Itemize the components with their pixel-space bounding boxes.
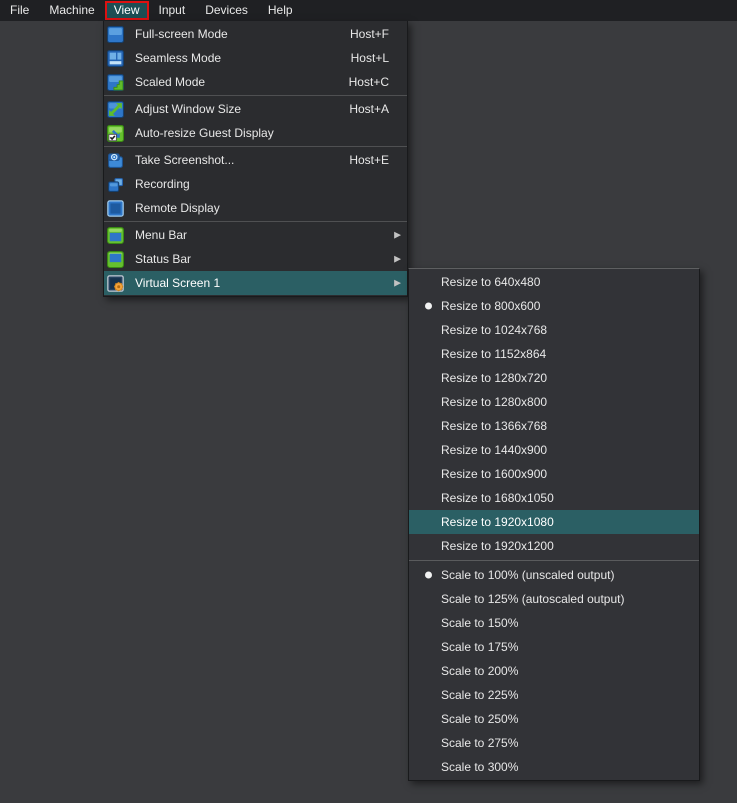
menu-item-label: Status Bar: [135, 252, 191, 266]
menu-item-recording[interactable]: Recording: [104, 172, 407, 196]
menu-item-virtual-screen-1[interactable]: Virtual Screen 1 ▶: [104, 271, 407, 295]
submenu-item-label: Scale to 300%: [441, 760, 518, 774]
submenu-item-resize-1280x720[interactable]: Resize to 1280x720: [409, 366, 699, 390]
submenu-item-resize-1600x900[interactable]: Resize to 1600x900: [409, 462, 699, 486]
menu-separator: [104, 95, 407, 96]
menu-separator: [104, 146, 407, 147]
menu-item-adjust-window-size[interactable]: Adjust Window Size Host+A: [104, 97, 407, 121]
menu-item-label: Virtual Screen 1: [135, 276, 220, 290]
virtual-screen-submenu: Resize to 640x480 Resize to 800x600 Resi…: [408, 268, 700, 781]
shortcut-label: Host+F: [350, 27, 403, 41]
submenu-item-label: Resize to 1600x900: [441, 467, 547, 481]
submenu-item-label: Scale to 150%: [441, 616, 518, 630]
menu-item-take-screenshot[interactable]: Take Screenshot... Host+E: [104, 148, 407, 172]
auto-resize-icon: [107, 125, 124, 142]
status-bar-icon: [107, 251, 124, 268]
menubar-item-file[interactable]: File: [0, 1, 39, 20]
submenu-item-label: Resize to 1280x720: [441, 371, 547, 385]
menu-item-label: Adjust Window Size: [135, 102, 241, 116]
scaled-icon: [107, 74, 124, 91]
submenu-item-label: Scale to 225%: [441, 688, 518, 702]
submenu-item-label: Resize to 640x480: [441, 275, 540, 289]
remote-display-icon: [107, 200, 124, 217]
submenu-item-resize-1920x1200[interactable]: Resize to 1920x1200: [409, 534, 699, 558]
submenu-item-scale-175[interactable]: Scale to 175%: [409, 635, 699, 659]
submenu-item-label: Scale to 200%: [441, 664, 518, 678]
submenu-item-scale-200[interactable]: Scale to 200%: [409, 659, 699, 683]
submenu-item-label: Scale to 250%: [441, 712, 518, 726]
submenu-item-label: Scale to 275%: [441, 736, 518, 750]
submenu-item-label: Resize to 1280x800: [441, 395, 547, 409]
submenu-item-scale-275[interactable]: Scale to 275%: [409, 731, 699, 755]
take-screenshot-icon: [107, 152, 124, 169]
shortcut-label: Host+A: [349, 102, 403, 116]
radio-dot-icon: [425, 303, 432, 310]
submenu-arrow-icon: ▶: [394, 279, 401, 288]
menu-item-label: Seamless Mode: [135, 51, 221, 65]
submenu-item-resize-800x600[interactable]: Resize to 800x600: [409, 294, 699, 318]
submenu-item-scale-225[interactable]: Scale to 225%: [409, 683, 699, 707]
shortcut-label: Host+C: [349, 75, 403, 89]
seamless-icon: [107, 50, 124, 67]
submenu-item-resize-1152x864[interactable]: Resize to 1152x864: [409, 342, 699, 366]
menubar-item-help[interactable]: Help: [258, 1, 303, 20]
submenu-item-label: Scale to 125% (autoscaled output): [441, 592, 624, 606]
menubar-item-view[interactable]: View: [105, 1, 149, 20]
view-menu-dropdown: Full-screen Mode Host+F Seamless Mode Ho…: [103, 21, 408, 297]
shortcut-label: Host+E: [349, 153, 403, 167]
menu-bar: File Machine View Input Devices Help: [0, 0, 737, 21]
menu-item-label: Menu Bar: [135, 228, 187, 242]
menu-item-label: Full-screen Mode: [135, 27, 228, 41]
menu-item-status-bar[interactable]: Status Bar ▶: [104, 247, 407, 271]
submenu-item-scale-125[interactable]: Scale to 125% (autoscaled output): [409, 587, 699, 611]
recording-icon: [107, 176, 124, 193]
submenu-item-label: Resize to 800x600: [441, 299, 540, 313]
menu-item-menu-bar[interactable]: Menu Bar ▶: [104, 223, 407, 247]
submenu-item-resize-1680x1050[interactable]: Resize to 1680x1050: [409, 486, 699, 510]
shortcut-label: Host+L: [351, 51, 403, 65]
submenu-item-label: Resize to 1680x1050: [441, 491, 554, 505]
menubar-item-machine[interactable]: Machine: [39, 1, 104, 20]
menu-item-fullscreen-mode[interactable]: Full-screen Mode Host+F: [104, 22, 407, 46]
submenu-item-label: Resize to 1920x1080: [441, 515, 554, 529]
menu-separator: [409, 560, 699, 561]
virtual-screen-icon: [107, 275, 124, 292]
menu-item-auto-resize-guest-display[interactable]: Auto-resize Guest Display: [104, 121, 407, 145]
submenu-item-resize-1024x768[interactable]: Resize to 1024x768: [409, 318, 699, 342]
submenu-item-label: Resize to 1920x1200: [441, 539, 554, 553]
submenu-item-scale-100[interactable]: Scale to 100% (unscaled output): [409, 563, 699, 587]
adjust-window-size-icon: [107, 101, 124, 118]
submenu-item-label: Resize to 1152x864: [441, 347, 546, 361]
radio-dot-icon: [425, 572, 432, 579]
menu-item-label: Take Screenshot...: [135, 153, 234, 167]
menubar-item-input[interactable]: Input: [149, 1, 196, 20]
submenu-arrow-icon: ▶: [394, 255, 401, 264]
submenu-item-label: Scale to 100% (unscaled output): [441, 568, 614, 582]
submenu-item-resize-1920x1080[interactable]: Resize to 1920x1080: [409, 510, 699, 534]
submenu-item-label: Resize to 1440x900: [441, 443, 547, 457]
menu-item-label: Auto-resize Guest Display: [135, 126, 274, 140]
menu-item-seamless-mode[interactable]: Seamless Mode Host+L: [104, 46, 407, 70]
menubar-item-devices[interactable]: Devices: [195, 1, 258, 20]
submenu-item-scale-250[interactable]: Scale to 250%: [409, 707, 699, 731]
submenu-arrow-icon: ▶: [394, 231, 401, 240]
menu-item-scaled-mode[interactable]: Scaled Mode Host+C: [104, 70, 407, 94]
submenu-item-scale-300[interactable]: Scale to 300%: [409, 755, 699, 779]
submenu-item-resize-1280x800[interactable]: Resize to 1280x800: [409, 390, 699, 414]
menu-item-remote-display[interactable]: Remote Display: [104, 196, 407, 220]
fullscreen-icon: [107, 26, 124, 43]
menu-bar-icon: [107, 227, 124, 244]
menu-separator: [104, 221, 407, 222]
submenu-item-label: Scale to 175%: [441, 640, 518, 654]
submenu-item-resize-1440x900[interactable]: Resize to 1440x900: [409, 438, 699, 462]
menu-item-label: Recording: [135, 177, 190, 191]
submenu-item-resize-1366x768[interactable]: Resize to 1366x768: [409, 414, 699, 438]
menu-item-label: Scaled Mode: [135, 75, 205, 89]
menu-item-label: Remote Display: [135, 201, 220, 215]
submenu-item-label: Resize to 1366x768: [441, 419, 547, 433]
submenu-item-scale-150[interactable]: Scale to 150%: [409, 611, 699, 635]
submenu-item-label: Resize to 1024x768: [441, 323, 547, 337]
submenu-item-resize-640x480[interactable]: Resize to 640x480: [409, 270, 699, 294]
